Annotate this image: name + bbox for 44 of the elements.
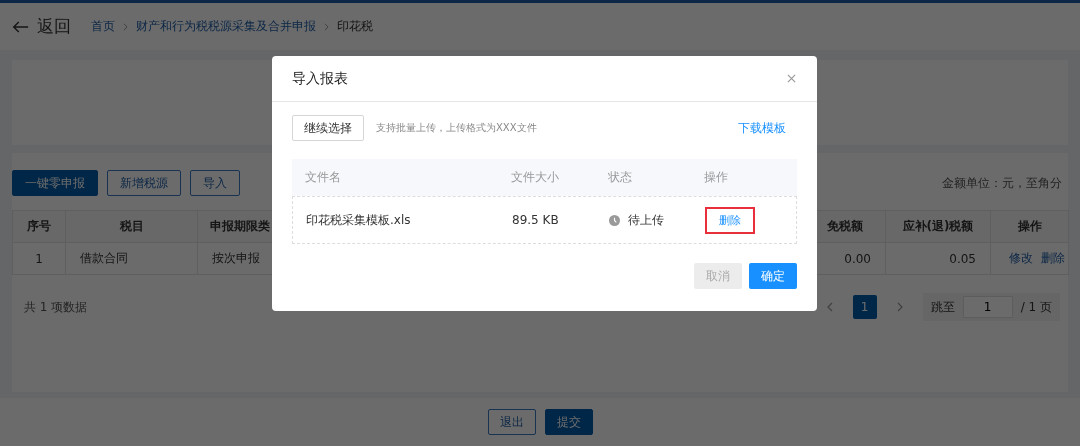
breadcrumb-item[interactable]: 首页 xyxy=(91,18,115,35)
total-count: 共 1 项数据 xyxy=(24,298,88,316)
footer-button[interactable]: 提交 xyxy=(544,409,593,435)
toolbar-button[interactable]: 一键零申报 xyxy=(12,170,98,196)
column-header: 应补(退)税额 xyxy=(885,210,991,243)
file-status: 待上传 xyxy=(628,211,664,229)
back-label: 返回 xyxy=(37,15,71,38)
table-cell: 借款合同 xyxy=(65,242,198,275)
file-size: 89.5 KB xyxy=(511,213,560,227)
row-action-link[interactable]: 修改 xyxy=(1009,251,1033,265)
table-cell: 1 xyxy=(12,242,66,275)
column-header: 操作 xyxy=(703,169,728,186)
jump-label: 跳至 xyxy=(930,298,955,316)
choose-file-button[interactable]: 继续选择 xyxy=(292,115,364,141)
column-header: 状态 xyxy=(607,169,633,186)
column-header: 税目 xyxy=(65,210,198,243)
page-number[interactable]: 1 xyxy=(852,295,877,319)
breadcrumb-item[interactable]: 财产和行为税税源采集及合并申报 xyxy=(136,18,316,35)
upload-hint: 支持批量上传，上传格式为XXX文件 xyxy=(376,121,537,135)
chevron-right-icon xyxy=(324,22,329,31)
chevron-right-icon xyxy=(123,22,128,31)
row-action-link[interactable]: 删除 xyxy=(1041,251,1065,265)
clock-icon xyxy=(609,214,620,226)
page-input[interactable]: 1 xyxy=(962,296,1013,318)
dialog-title: 导入报表 xyxy=(292,69,348,88)
table-cell: 0.05 xyxy=(885,242,991,275)
chevron-left-icon[interactable] xyxy=(826,302,833,312)
close-icon[interactable] xyxy=(787,74,796,83)
chevron-right-icon[interactable] xyxy=(896,302,903,312)
delete-link[interactable]: 删除 xyxy=(705,206,755,234)
footer-button[interactable]: 退出 xyxy=(487,409,536,435)
dialog-button[interactable]: 确定 xyxy=(749,263,797,289)
back-link[interactable]: 返回 xyxy=(12,15,71,38)
download-template-link[interactable]: 下载模板 xyxy=(738,119,786,137)
toolbar-button[interactable]: 导入 xyxy=(190,170,240,196)
column-header: 文件大小 xyxy=(510,169,560,186)
column-header: 操作 xyxy=(990,210,1069,243)
column-header: 序号 xyxy=(12,210,66,243)
column-header: 文件名 xyxy=(304,169,342,186)
page-total: / 1 页 xyxy=(1020,298,1052,316)
breadcrumb-item: 印花税 xyxy=(337,18,373,35)
toolbar-button[interactable]: 新增税源 xyxy=(107,170,181,196)
unit-note: 金额单位：元，至角分 xyxy=(942,174,1062,192)
back-arrow-icon xyxy=(12,19,29,34)
